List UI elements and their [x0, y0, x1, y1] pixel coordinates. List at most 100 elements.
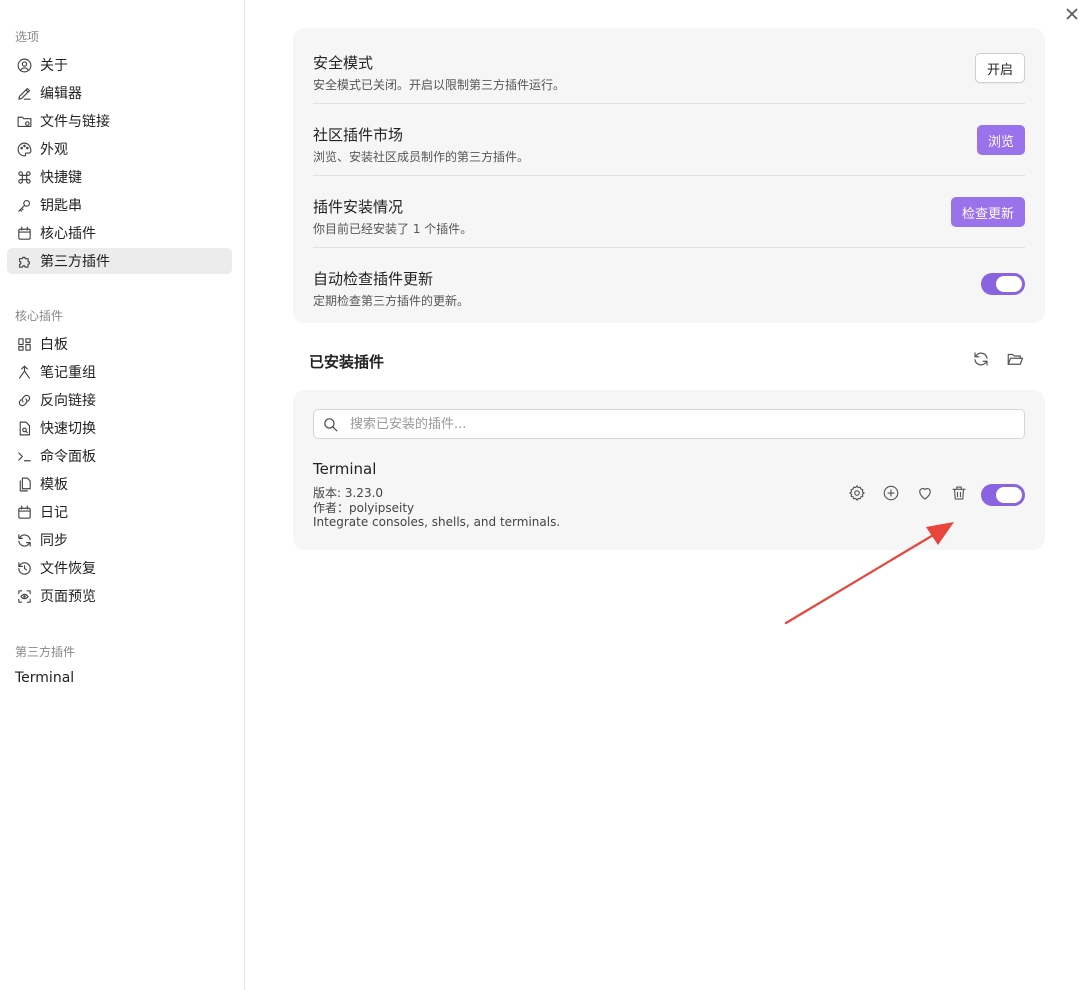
- sidebar-item-hotkeys[interactable]: 快捷键: [7, 164, 232, 190]
- plus-circle-icon: [882, 485, 900, 506]
- plugin-donate-button[interactable]: [916, 484, 936, 504]
- sidebar-item-keychain[interactable]: 钥匙串: [7, 192, 232, 218]
- sidebar-item-label: 快速切换: [40, 421, 96, 437]
- trash-icon: [950, 486, 968, 506]
- browse-button[interactable]: 浏览: [976, 125, 1025, 155]
- sidebar-item-label: 文件恢复: [40, 561, 96, 577]
- sidebar-item-label: 模板: [40, 477, 68, 493]
- sidebar-item-label: 编辑器: [40, 86, 82, 102]
- command-icon: [15, 168, 33, 186]
- sidebar-item-note-composer[interactable]: 笔记重组: [7, 359, 232, 385]
- sidebar-item-label: 白板: [40, 337, 68, 353]
- puzzle-icon: [15, 252, 33, 270]
- sidebar-item-label: 关于: [40, 58, 68, 74]
- sidebar-item-quick-switcher[interactable]: 快速切换: [7, 415, 232, 441]
- plugin-uninstall-button[interactable]: [950, 484, 970, 504]
- setting-name: 社区插件市场: [313, 126, 404, 144]
- setting-row-installed-status: 插件安装情况 你目前已经安装了 1 个插件。 检查更新: [313, 176, 1025, 248]
- sidebar-item-label: 快捷键: [40, 170, 82, 186]
- toggle-knob: [996, 487, 1022, 503]
- scan-eye-icon: [15, 587, 33, 605]
- toggle-knob: [996, 276, 1022, 292]
- sidebar-item-label: 钥匙串: [40, 198, 82, 214]
- merge-icon: [15, 363, 33, 381]
- sidebar-item-label: 外观: [40, 142, 68, 158]
- turn-on-safe-mode-button[interactable]: 开启: [974, 53, 1025, 83]
- third-party-section-title: 第三方插件: [15, 645, 76, 659]
- folder-open-icon: [1006, 353, 1024, 372]
- sidebar-item-page-preview[interactable]: 页面预览: [7, 583, 232, 609]
- key-icon: [15, 196, 33, 214]
- sidebar-item-label: 第三方插件: [40, 254, 110, 270]
- setting-row-auto-update-check: 自动检查插件更新 定期检查第三方插件的更新。: [313, 248, 1025, 320]
- terminal-icon: [15, 447, 33, 465]
- sidebar-item-core-plugins[interactable]: 核心插件: [7, 220, 232, 246]
- reload-plugins-button[interactable]: [972, 350, 992, 370]
- calendar-icon: [15, 503, 33, 521]
- setting-name: 自动检查插件更新: [313, 270, 434, 288]
- backlink-icon: [15, 391, 33, 409]
- sidebar-item-sync[interactable]: 同步: [7, 527, 232, 553]
- setting-description: 安全模式已关闭。开启以限制第三方插件运行。: [313, 78, 566, 92]
- close-button[interactable]: [1064, 6, 1082, 24]
- sidebar-item-about[interactable]: 关于: [7, 52, 232, 78]
- setting-name: 安全模式: [313, 54, 374, 72]
- sidebar-item-editor[interactable]: 编辑器: [7, 80, 232, 106]
- sidebar-item-terminal[interactable]: Terminal: [15, 670, 74, 686]
- folder-link-icon: [15, 112, 33, 130]
- gear-icon: [848, 485, 866, 506]
- history-icon: [15, 559, 33, 577]
- sidebar-item-daily-notes[interactable]: 日记: [7, 499, 232, 525]
- heart-icon: [916, 487, 934, 506]
- sidebar-item-appearance[interactable]: 外观: [7, 136, 232, 162]
- plugin-enable-toggle[interactable]: [981, 484, 1025, 506]
- sidebar-item-files-links[interactable]: 文件与链接: [7, 108, 232, 134]
- sidebar-item-label: 反向链接: [40, 393, 96, 409]
- sidebar-item-label: 同步: [40, 533, 68, 549]
- setting-row-safe-mode: 安全模式 安全模式已关闭。开启以限制第三方插件运行。 开启: [313, 32, 1025, 104]
- sidebar-item-label: 核心插件: [40, 226, 96, 242]
- pencil-icon: [15, 84, 33, 102]
- sidebar-item-file-recovery[interactable]: 文件恢复: [7, 555, 232, 581]
- sync-icon: [15, 531, 33, 549]
- plugin-options-button[interactable]: [848, 484, 868, 504]
- setting-description: 你目前已经安装了 1 个插件。: [313, 222, 473, 236]
- sidebar-item-label: 笔记重组: [40, 365, 96, 381]
- user-circle-icon: [15, 56, 33, 74]
- sidebar-item-label: 页面预览: [40, 589, 96, 605]
- sidebar-item-label: 文件与链接: [40, 114, 110, 130]
- plugin-search-box: [313, 409, 1025, 439]
- palette-icon: [15, 140, 33, 158]
- sidebar-item-label: 命令面板: [40, 449, 96, 465]
- plugin-description: Integrate consoles, shells, and terminal…: [313, 515, 561, 529]
- installed-plugins-title: 已安装插件: [309, 353, 385, 371]
- core-plugins-section-title: 核心插件: [15, 309, 64, 323]
- sidebar-item-label: 日记: [40, 505, 68, 521]
- plugin-hotkeys-button[interactable]: [882, 484, 902, 504]
- auto-update-toggle[interactable]: [981, 273, 1025, 295]
- close-icon: [1064, 7, 1080, 26]
- setting-row-community-plugins: 社区插件市场 浏览、安装社区成员制作的第三方插件。 浏览: [313, 104, 1025, 176]
- grid-icon: [15, 335, 33, 353]
- setting-description: 浏览、安装社区成员制作的第三方插件。: [313, 150, 530, 164]
- sidebar-item-third-party-plugins[interactable]: 第三方插件: [7, 248, 232, 274]
- check-updates-button[interactable]: 检查更新: [950, 197, 1025, 227]
- sidebar-item-command-palette[interactable]: 命令面板: [7, 443, 232, 469]
- plugin-search-input[interactable]: [350, 414, 1010, 434]
- sidebar-item-canvas[interactable]: 白板: [7, 331, 232, 357]
- setting-description: 定期检查第三方插件的更新。: [313, 294, 470, 308]
- refresh-icon: [972, 352, 990, 372]
- options-section-title: 选项: [15, 30, 40, 44]
- plugin-author: 作者：polyipseity: [313, 501, 415, 515]
- calendar-icon: [15, 224, 33, 242]
- setting-name: 插件安装情况: [313, 198, 404, 216]
- file-search-icon: [15, 419, 33, 437]
- sidebar-item-templates[interactable]: 模板: [7, 471, 232, 497]
- plugin-settings-card: 安全模式 安全模式已关闭。开启以限制第三方插件运行。 开启 社区插件市场 浏览、…: [293, 28, 1045, 323]
- settings-sidebar: 选项 关于 编辑器 文件与链接 外观 快捷键 钥匙串 核心插件 第三方插件 核心…: [0, 0, 245, 990]
- files-icon: [15, 475, 33, 493]
- open-plugins-folder-button[interactable]: [1006, 350, 1026, 370]
- plugin-name: Terminal: [313, 460, 377, 478]
- sidebar-item-backlinks[interactable]: 反向链接: [7, 387, 232, 413]
- annotation-arrow: [784, 522, 954, 625]
